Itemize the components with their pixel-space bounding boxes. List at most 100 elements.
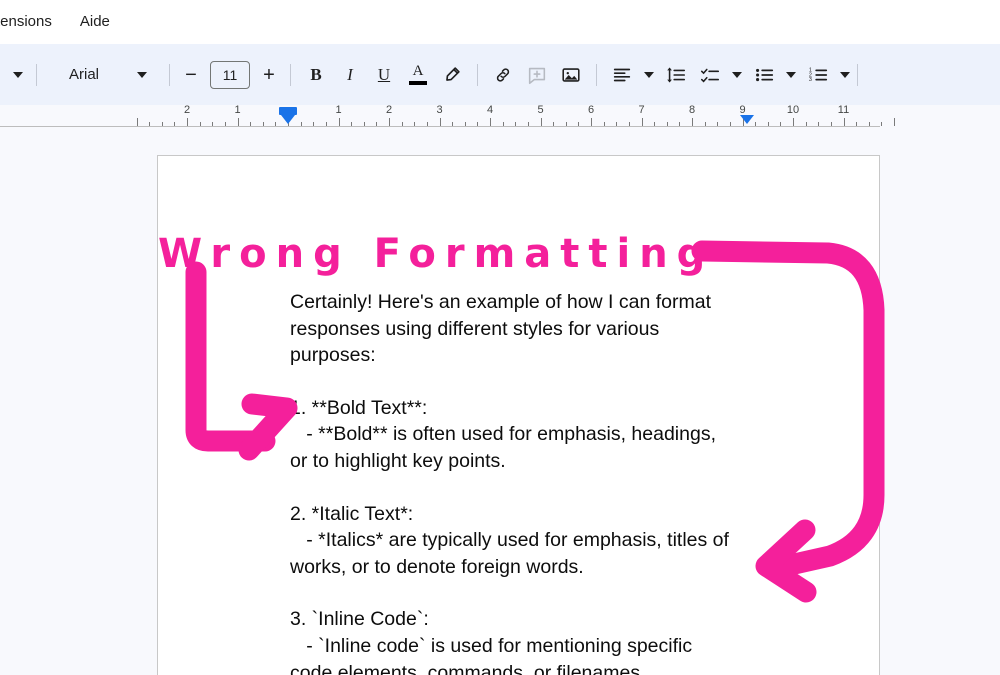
ruler-tick-major bbox=[439, 118, 441, 126]
ruler-tick-minor bbox=[363, 122, 365, 126]
bulleted-list-dropdown[interactable] bbox=[781, 57, 801, 93]
document-paragraph[interactable]: 3. `Inline Code`: - `Inline code` is use… bbox=[290, 606, 760, 675]
ruler-tick-major bbox=[843, 118, 845, 126]
ruler-label: 2 bbox=[385, 104, 393, 116]
ruler-tick-minor bbox=[161, 122, 163, 126]
line-spacing-icon bbox=[667, 67, 686, 82]
bold-button[interactable]: B bbox=[299, 57, 333, 93]
bulleted-list-icon bbox=[756, 68, 774, 81]
document-line: works, or to denote foreign words. bbox=[290, 555, 584, 578]
chevron-down-icon bbox=[13, 71, 23, 78]
chevron-down-icon bbox=[840, 71, 850, 78]
ruler-tick-minor bbox=[426, 122, 428, 126]
ruler-label: 2 bbox=[183, 104, 191, 116]
ruler-tick-minor bbox=[654, 122, 656, 126]
ruler-tick-minor bbox=[767, 122, 769, 126]
line-spacing-button[interactable] bbox=[659, 57, 693, 93]
toolbar-divider bbox=[596, 63, 597, 86]
ruler-tick-minor bbox=[856, 122, 858, 126]
highlight-pen-icon bbox=[446, 66, 460, 81]
ruler-label: 6 bbox=[587, 104, 595, 116]
italic-button[interactable]: I bbox=[333, 57, 367, 93]
chevron-down-icon bbox=[732, 71, 742, 78]
ruler-tick-minor bbox=[275, 122, 277, 126]
ruler-label: 7 bbox=[638, 104, 645, 116]
ruler-tick-minor bbox=[755, 122, 757, 126]
ruler-tick-minor bbox=[578, 122, 580, 126]
align-dropdown[interactable] bbox=[639, 57, 659, 93]
numbered-list-dropdown[interactable] bbox=[835, 57, 855, 93]
ruler-tick-minor bbox=[464, 122, 466, 126]
document-body[interactable]: Certainly! Here's an example of how I ca… bbox=[290, 289, 760, 675]
underline-button[interactable]: U bbox=[367, 57, 401, 93]
document-line: purposes: bbox=[290, 344, 376, 367]
ruler-tick-major bbox=[591, 118, 592, 126]
ruler-label: 3 bbox=[436, 104, 443, 116]
menu-item-extensions[interactable]: tensions bbox=[0, 9, 60, 35]
document-paragraph[interactable]: 2. *Italic Text*: - *Italics* are typica… bbox=[290, 501, 760, 581]
highlight-color-button[interactable] bbox=[435, 57, 469, 93]
ruler-tick-minor bbox=[603, 122, 605, 126]
ruler-tick-minor bbox=[717, 122, 719, 126]
checklist-dropdown[interactable] bbox=[727, 57, 747, 93]
font-family-dropdown[interactable]: Arial bbox=[45, 57, 147, 93]
bulleted-list-button[interactable] bbox=[747, 57, 781, 93]
text-color-letter: A bbox=[412, 63, 424, 79]
insert-image-button[interactable] bbox=[554, 57, 588, 93]
chevron-down-icon bbox=[644, 71, 654, 78]
ruler-tick-major bbox=[490, 118, 491, 126]
ruler-tick-minor bbox=[300, 122, 302, 126]
ruler-tick-minor bbox=[452, 122, 454, 126]
document-line: 1. **Bold Text**: bbox=[290, 396, 428, 419]
ruler-tick-minor bbox=[401, 122, 403, 126]
ruler-tick-minor bbox=[679, 122, 681, 126]
document-line: code elements, commands, or filenames. bbox=[290, 661, 646, 675]
numbered-list-button[interactable]: 123 bbox=[801, 57, 835, 93]
ruler-tick-major bbox=[692, 118, 693, 126]
document-line: Certainly! Here's an example of how I ca… bbox=[290, 291, 711, 313]
ruler-tick-minor bbox=[830, 122, 832, 126]
ruler-tick-minor bbox=[868, 122, 870, 126]
ruler[interactable]: 2 1 1 2 3 4 5 6 7 8 9 10 11 bbox=[0, 104, 1000, 135]
ruler-label: 1 bbox=[234, 104, 241, 116]
align-left-icon bbox=[613, 68, 631, 81]
document-line: - *Italics* are typically used for empha… bbox=[290, 529, 729, 552]
text-color-button[interactable]: A bbox=[401, 57, 435, 93]
font-size-input[interactable]: 11 bbox=[210, 60, 250, 89]
document-heading: Wrong Formatting bbox=[158, 231, 715, 277]
ruler-tick-minor bbox=[262, 122, 264, 126]
ruler-label: 5 bbox=[537, 104, 544, 116]
image-icon bbox=[562, 67, 580, 82]
chevron-down-icon bbox=[137, 71, 147, 78]
document-paragraph[interactable]: 1. **Bold Text**: - **Bold** is often us… bbox=[290, 395, 760, 475]
ruler-tick-major bbox=[641, 118, 643, 126]
ruler-tick-minor bbox=[250, 122, 252, 126]
ruler-tick-major bbox=[389, 118, 390, 126]
checklist-button[interactable] bbox=[693, 57, 727, 93]
document-line: responses using different styles for var… bbox=[290, 317, 660, 340]
right-indent-marker[interactable] bbox=[740, 115, 754, 124]
document-paragraph[interactable]: Certainly! Here's an example of how I ca… bbox=[290, 289, 760, 369]
menu-item-aide[interactable]: Aide bbox=[72, 9, 118, 35]
align-button[interactable] bbox=[605, 57, 639, 93]
comment-plus-icon bbox=[528, 67, 546, 84]
document-line: 3. `Inline Code`: bbox=[290, 608, 429, 631]
ruler-tick-minor bbox=[325, 122, 327, 126]
ruler-tick-minor bbox=[199, 122, 201, 126]
ruler-tick-minor bbox=[502, 122, 504, 126]
checklist-icon bbox=[700, 68, 720, 83]
ruler-tick-minor bbox=[477, 122, 479, 126]
increase-font-size-button[interactable]: + bbox=[256, 57, 282, 93]
more-chevron-icon[interactable] bbox=[8, 57, 28, 93]
document-page[interactable]: Wrong Formatting Certainly! Here's an ex… bbox=[157, 155, 880, 675]
ruler-label: 4 bbox=[486, 104, 494, 116]
decrease-font-size-button[interactable]: − bbox=[178, 57, 204, 93]
document-line: - `Inline code` is used for mentioning s… bbox=[290, 634, 693, 657]
insert-link-button[interactable] bbox=[486, 57, 520, 93]
toolbar-divider bbox=[290, 63, 291, 86]
add-comment-button[interactable] bbox=[520, 57, 554, 93]
ruler-tick-minor bbox=[414, 122, 416, 126]
